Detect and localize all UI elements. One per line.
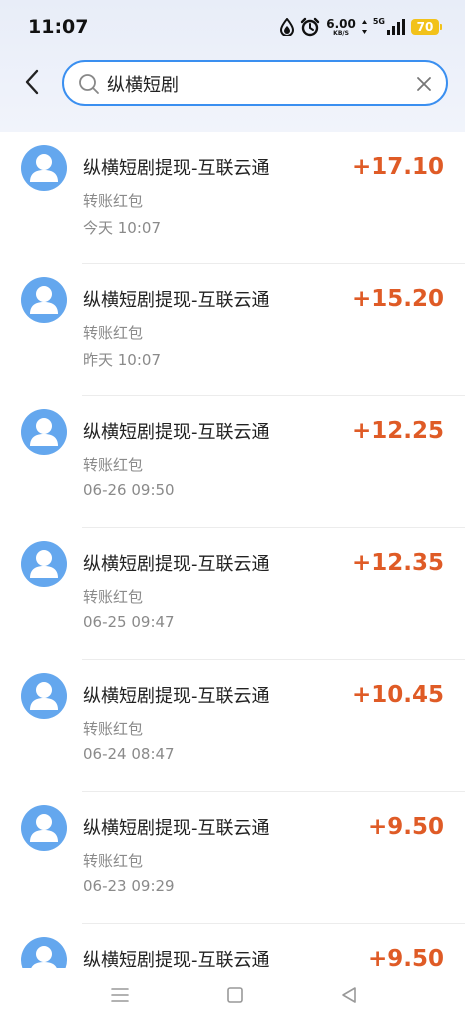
item-amount: +10.45 <box>351 682 444 708</box>
signal-icon <box>387 19 405 35</box>
item-type: 转账红包 <box>83 852 144 870</box>
navigation-bar <box>0 968 465 1024</box>
item-type: 转账红包 <box>83 720 144 738</box>
battery-level: 70 <box>416 20 434 34</box>
list-item[interactable]: 纵横短剧提现-互联云通 +9.50 <box>0 924 465 968</box>
status-time: 11:07 <box>28 16 89 38</box>
item-amount: +15.20 <box>351 286 444 312</box>
list-item[interactable]: 纵横短剧提现-互联云通 转账红包 昨天 10:07 +15.20 <box>0 264 465 396</box>
search-icon <box>79 74 99 94</box>
item-type: 转账红包 <box>83 456 144 474</box>
search-input[interactable] <box>107 71 407 97</box>
net-speed-unit: KB/S <box>333 29 349 37</box>
list-item[interactable]: 纵横短剧提现-互联云通 转账红包 06-24 08:47 +10.45 <box>0 660 465 792</box>
user-icon <box>21 541 67 587</box>
item-amount: +12.25 <box>351 418 444 444</box>
header: 11:07 6.00 KB/S 5G 70 纵横短剧 <box>0 0 465 132</box>
transfer-arrows-icon <box>361 20 367 34</box>
chevron-left-icon <box>25 69 39 95</box>
item-time: 06-24 08:47 <box>83 745 175 763</box>
item-amount: +17.10 <box>351 154 444 180</box>
alarm-icon <box>301 17 320 37</box>
user-icon <box>21 805 67 851</box>
battery-icon: 70 <box>411 19 442 35</box>
menu-icon[interactable] <box>110 986 130 1004</box>
user-icon <box>21 673 67 719</box>
net-type: 5G <box>372 17 385 26</box>
item-time: 06-25 09:47 <box>83 613 175 631</box>
item-title: 纵横短剧提现-互联云通 <box>83 422 270 443</box>
item-amount: +12.35 <box>351 550 444 576</box>
item-title: 纵横短剧提现-互联云通 <box>83 686 270 707</box>
search-box[interactable] <box>62 60 448 106</box>
item-title: 纵横短剧提现-互联云通 <box>83 950 270 968</box>
list-item[interactable]: 纵横短剧提现-互联云通 转账红包 06-26 09:50 +12.25 <box>0 396 465 528</box>
net-speed: 6.00 KB/S <box>326 18 356 37</box>
item-amount: +9.50 <box>367 814 444 840</box>
triangle-back-icon[interactable] <box>340 986 358 1004</box>
status-bar: 11:07 6.00 KB/S 5G 70 <box>0 0 465 52</box>
status-icons: 6.00 KB/S 5G 70 <box>280 15 442 39</box>
user-icon <box>21 409 67 455</box>
user-icon <box>21 145 67 191</box>
close-icon[interactable] <box>414 74 434 94</box>
list-item[interactable]: 纵横短剧提现-互联云通 转账红包 今天 10:07 +17.10 <box>0 132 465 264</box>
item-title: 纵横短剧提现-互联云通 <box>83 290 270 311</box>
item-time: 06-23 09:29 <box>83 877 175 895</box>
user-icon <box>21 277 67 323</box>
item-type: 转账红包 <box>83 324 144 342</box>
item-title: 纵横短剧提现-互联云通 <box>83 554 270 575</box>
item-title: 纵横短剧提现-互联云通 <box>83 158 270 179</box>
list-item[interactable]: 纵横短剧提现-互联云通 转账红包 06-25 09:47 +12.35 <box>0 528 465 660</box>
item-type: 转账红包 <box>83 192 144 210</box>
square-icon[interactable] <box>226 986 244 1004</box>
transaction-list: 纵横短剧提现-互联云通 转账红包 今天 10:07 +17.10 纵横短剧提现-… <box>0 132 465 968</box>
item-time: 06-26 09:50 <box>83 481 175 499</box>
net-speed-value: 6.00 <box>326 16 356 31</box>
item-time: 昨天 10:07 <box>83 351 161 369</box>
user-icon <box>21 937 67 968</box>
item-title: 纵横短剧提现-互联云通 <box>83 818 270 839</box>
back-button[interactable] <box>16 66 48 98</box>
item-type: 转账红包 <box>83 588 144 606</box>
list-item[interactable]: 纵横短剧提现-互联云通 转账红包 06-23 09:29 +9.50 <box>0 792 465 924</box>
data-saver-icon <box>280 18 295 36</box>
item-amount: +9.50 <box>367 946 444 968</box>
item-time: 今天 10:07 <box>83 219 161 237</box>
